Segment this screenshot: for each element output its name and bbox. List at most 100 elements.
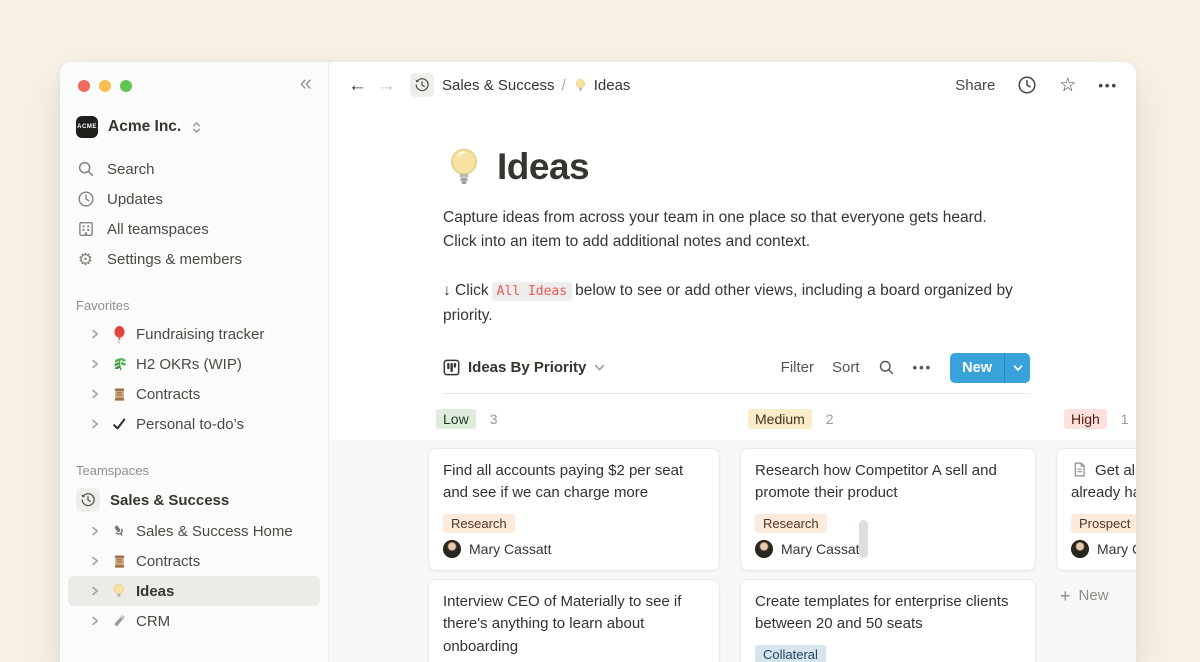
sidebar-item-contracts-ts[interactable]: Contracts	[68, 546, 320, 576]
view-switcher[interactable]: Ideas By Priority	[443, 359, 605, 376]
board-card[interactable]: Research how Competitor A sell and promo…	[740, 448, 1036, 571]
chevron-down-icon	[594, 362, 605, 373]
mic-icon	[109, 521, 129, 541]
card-person: Mary Cassatt	[443, 540, 705, 558]
sidebar-item-ideas[interactable]: Ideas	[68, 576, 320, 606]
inline-code: All Ideas	[492, 282, 572, 301]
history-clock-icon[interactable]	[410, 73, 434, 97]
sidebar-item-crm[interactable]: CRM	[68, 606, 320, 636]
sidebar-item-label: Ideas	[136, 583, 174, 600]
priority-pill-high: High	[1064, 409, 1107, 429]
chevron-right-icon[interactable]	[90, 526, 102, 536]
person-name: Mary Cassatt	[781, 541, 863, 557]
chevron-right-icon[interactable]	[90, 556, 102, 566]
sidebar-item-label: Contracts	[136, 386, 200, 403]
sidebar-item-label: All teamspaces	[107, 221, 209, 238]
building-icon	[76, 220, 95, 239]
chevron-right-icon[interactable]	[90, 389, 102, 399]
board-card[interactable]: Find all accounts paying $2 per seat and…	[428, 448, 720, 571]
sidebar-item-search[interactable]: Search	[60, 154, 328, 184]
workspace-switcher[interactable]: ACME Acme Inc.	[60, 116, 328, 138]
sidebar-item-contracts-fav[interactable]: Contracts	[68, 379, 320, 409]
close-window-button[interactable]	[78, 80, 90, 92]
board-card[interactable]: Interview CEO of Materially to see if th…	[428, 579, 720, 662]
chevron-right-icon[interactable]	[90, 419, 102, 429]
new-button[interactable]: New	[950, 353, 1030, 383]
zoom-window-button[interactable]	[120, 80, 132, 92]
priority-pill-low: Low	[436, 409, 476, 429]
chevron-right-icon[interactable]	[90, 329, 102, 339]
scrollbar-thumb[interactable]	[859, 520, 868, 558]
sidebar-item-label: Sales & Success Home	[136, 523, 293, 540]
star-icon[interactable]: ☆	[1059, 76, 1076, 95]
sidebar-collapse-icon[interactable]: «	[300, 72, 312, 94]
scroll-icon	[109, 384, 129, 404]
sidebar-item-label: CRM	[136, 613, 170, 630]
forward-arrow-icon[interactable]: →	[377, 76, 396, 95]
avatar	[1071, 540, 1089, 558]
page-title: Ideas	[497, 146, 589, 188]
tag-research: Research	[443, 514, 515, 533]
teamspaces-section-label: Teamspaces	[60, 463, 328, 478]
history-clock-icon	[76, 488, 100, 512]
sidebar-item-updates[interactable]: Updates	[60, 184, 328, 214]
doc-icon	[1071, 461, 1088, 478]
breadcrumb-parent[interactable]: Sales & Success	[442, 77, 555, 94]
breadcrumb-current[interactable]: Ideas	[594, 77, 631, 94]
favorites-list: Fundraising tracker H2 OKRs (WIP) Contra…	[60, 319, 328, 439]
breadcrumb-separator: /	[555, 77, 573, 94]
sidebar-item-all-teamspaces[interactable]: All teamspaces	[60, 214, 328, 244]
lightbulb-icon[interactable]	[443, 144, 485, 190]
more-options-icon[interactable]: •••	[913, 360, 933, 375]
search-icon[interactable]	[878, 359, 895, 376]
filter-button[interactable]: Filter	[781, 359, 814, 376]
tag-prospect: Prospect	[1071, 514, 1136, 533]
more-options-icon[interactable]: •••	[1098, 78, 1118, 93]
description-line: Capture ideas from across your team in o…	[443, 206, 1030, 230]
minimize-window-button[interactable]	[99, 80, 111, 92]
sidebar-menu: Search Updates All teamspaces ⚙ Settings…	[60, 154, 328, 274]
chevron-right-icon[interactable]	[90, 586, 102, 596]
board-card[interactable]: Create templates for enterprise clients …	[740, 579, 1036, 662]
sort-button[interactable]: Sort	[832, 359, 860, 376]
column-header-low[interactable]: Low 3	[428, 409, 740, 429]
clock-icon[interactable]	[1017, 75, 1037, 95]
sidebar-item-h2-okrs[interactable]: H2 OKRs (WIP)	[68, 349, 320, 379]
board-card[interactable]: Get all already ha Prospect Mary C	[1056, 448, 1136, 571]
card-title: Interview CEO of Materially to see if th…	[443, 591, 705, 659]
person-name: Mary Cassatt	[469, 541, 551, 557]
sidebar-item-personal-todos[interactable]: Personal to-do’s	[68, 409, 320, 439]
toolbar-actions: Filter Sort ••• New	[781, 353, 1030, 383]
card-title: Research how Competitor A sell and promo…	[755, 460, 1021, 505]
back-arrow-icon[interactable]: ←	[348, 76, 367, 95]
board-view-icon	[443, 359, 460, 376]
column-count: 2	[826, 411, 834, 427]
sidebar-item-sales-success[interactable]: Sales & Success	[60, 484, 328, 516]
sidebar-item-label: Sales & Success	[110, 492, 229, 509]
column-header-medium[interactable]: Medium 2	[740, 409, 1056, 429]
card-title-line2: already ha	[1071, 484, 1136, 501]
column-header-high[interactable]: High 1	[1056, 409, 1136, 429]
window-controls	[60, 78, 328, 92]
sidebar-item-label: Personal to-do’s	[136, 416, 244, 433]
balloon-icon	[109, 324, 129, 344]
sidebar-item-label: Contracts	[136, 553, 200, 570]
sidebar-item-settings[interactable]: ⚙ Settings & members	[60, 244, 328, 274]
clock-icon	[76, 190, 95, 209]
topbar: ← → Sales & Success / Ideas Share ☆ •••	[329, 62, 1136, 108]
herb-icon	[109, 354, 129, 374]
share-button[interactable]: Share	[955, 77, 995, 94]
chevron-right-icon[interactable]	[90, 359, 102, 369]
chevron-right-icon[interactable]	[90, 616, 102, 626]
card-title: Find all accounts paying $2 per seat and…	[443, 460, 705, 505]
column-count: 1	[1121, 411, 1129, 427]
new-button-label[interactable]: New	[950, 353, 1004, 383]
new-button-dropdown[interactable]	[1004, 353, 1030, 383]
board-body: Find all accounts paying $2 per seat and…	[329, 440, 1136, 662]
workspace-logo: ACME	[76, 116, 98, 138]
sidebar-item-fundraising-tracker[interactable]: Fundraising tracker	[68, 319, 320, 349]
sidebar-item-sales-success-home[interactable]: Sales & Success Home	[68, 516, 320, 546]
search-icon	[76, 160, 95, 179]
description-line: Click into an item to add additional not…	[443, 230, 1030, 254]
add-card-button[interactable]: + New	[1056, 587, 1136, 605]
